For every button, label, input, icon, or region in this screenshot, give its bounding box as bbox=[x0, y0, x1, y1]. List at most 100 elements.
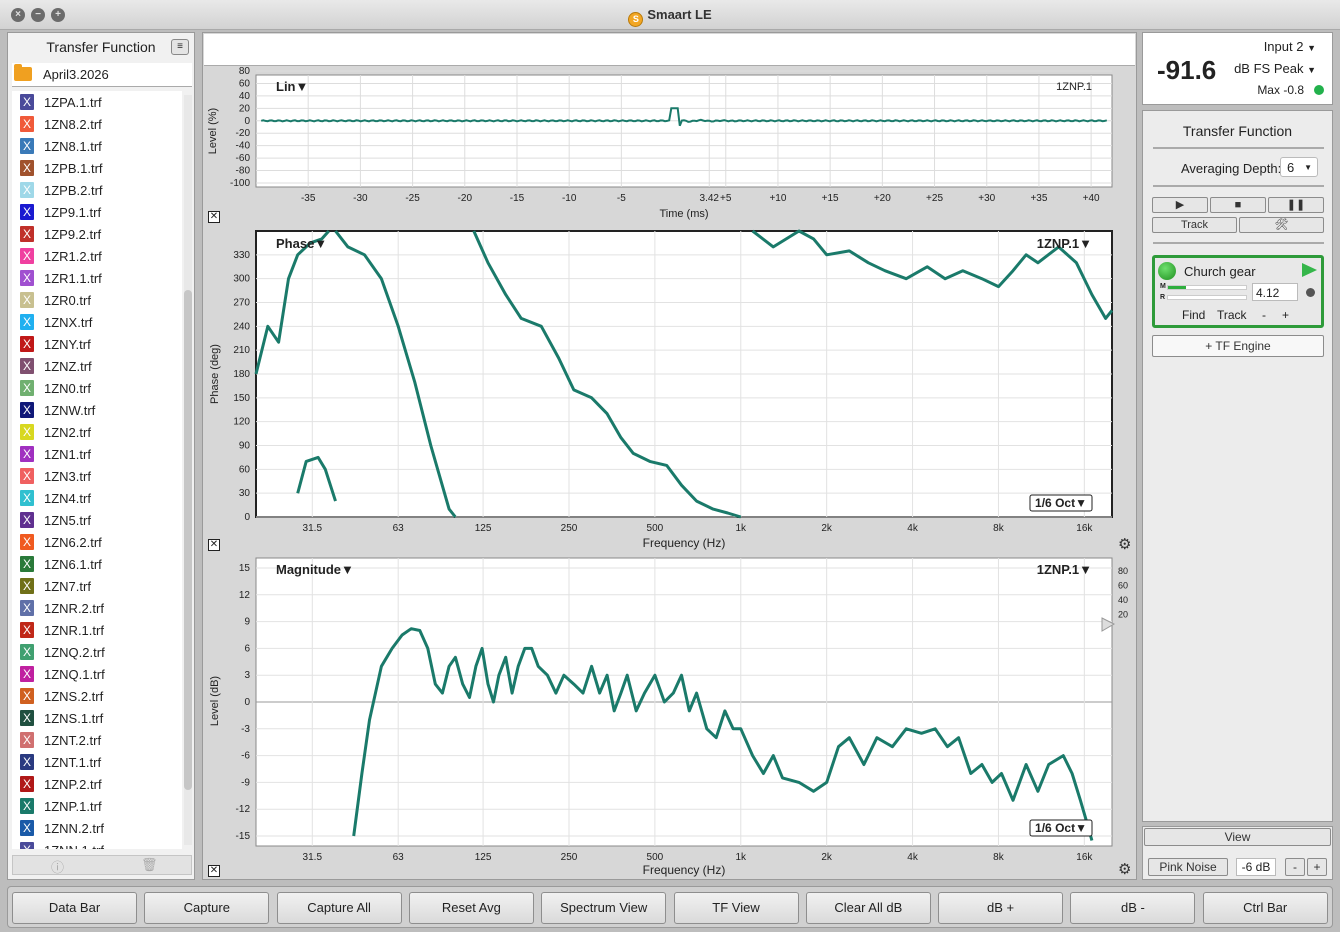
file-list: X 1ZPA.1.trf X 1ZN8.2.trf X 1ZN8.1.trf X 1ZPB.1… bbox=[12, 91, 182, 849]
close-impulse-plot-icon[interactable]: ✕ bbox=[208, 211, 220, 223]
file-item[interactable]: X 1ZPB.2.trf bbox=[12, 179, 182, 201]
scrollbar-thumb[interactable] bbox=[184, 290, 192, 790]
tools-icon[interactable]: 🛠 bbox=[1239, 217, 1324, 233]
x-tick-label: 31.5 bbox=[303, 852, 323, 863]
file-item[interactable]: X 1ZR1.1.trf bbox=[12, 267, 182, 289]
sidebar-menu-icon[interactable]: ≡ bbox=[171, 39, 189, 55]
file-item[interactable]: X 1ZN4.trf bbox=[12, 487, 182, 509]
file-list-scrollbar[interactable] bbox=[184, 95, 192, 845]
file-item[interactable]: X 1ZP9.2.trf bbox=[12, 223, 182, 245]
file-label: 1ZN1.trf bbox=[44, 447, 91, 462]
file-item[interactable]: X 1ZPA.1.trf bbox=[12, 91, 182, 113]
file-item[interactable]: X 1ZN3.trf bbox=[12, 465, 182, 487]
x-tick-label: 250 bbox=[561, 523, 578, 534]
engine-play-icon[interactable] bbox=[1302, 263, 1317, 277]
toolbar-button-db[interactable]: dB + bbox=[938, 892, 1064, 924]
file-item[interactable]: X 1ZN1.trf bbox=[12, 443, 182, 465]
file-item[interactable]: X 1ZNS.2.trf bbox=[12, 685, 182, 707]
toolbar-button-db[interactable]: dB - bbox=[1070, 892, 1196, 924]
file-label: 1ZN2.trf bbox=[44, 425, 91, 440]
file-item[interactable]: X 1ZNP.2.trf bbox=[12, 773, 182, 795]
delay-minus-button[interactable]: - bbox=[1262, 308, 1266, 322]
find-button[interactable]: Find bbox=[1182, 308, 1205, 322]
toolbar-button-clear-all-db[interactable]: Clear All dB bbox=[805, 892, 931, 924]
file-item[interactable]: X 1ZR1.2.trf bbox=[12, 245, 182, 267]
file-label: 1ZN5.trf bbox=[44, 513, 91, 528]
file-item[interactable]: X 1ZN6.2.trf bbox=[12, 531, 182, 553]
file-item[interactable]: X 1ZPB.1.trf bbox=[12, 157, 182, 179]
file-item[interactable]: X 1ZNY.trf bbox=[12, 333, 182, 355]
add-tf-engine-button[interactable]: + TF Engine bbox=[1152, 335, 1324, 357]
file-item[interactable]: X 1ZNT.1.trf bbox=[12, 751, 182, 773]
magnitude-settings-gear-icon[interactable]: ⚙ bbox=[1118, 860, 1131, 878]
x-tick-label: +25 bbox=[926, 193, 943, 204]
close-phase-plot-icon[interactable]: ✕ bbox=[208, 539, 220, 551]
y-tick-label: 120 bbox=[233, 417, 250, 428]
pink-noise-button[interactable]: Pink Noise bbox=[1148, 858, 1228, 876]
file-item[interactable]: X 1ZN8.2.trf bbox=[12, 113, 182, 135]
file-item[interactable]: X 1ZNT.2.trf bbox=[12, 729, 182, 751]
file-item[interactable]: X 1ZNQ.2.trf bbox=[12, 641, 182, 663]
averaging-select[interactable]: 6 ▼ bbox=[1280, 157, 1318, 177]
file-label: 1ZN6.2.trf bbox=[44, 535, 102, 550]
file-item[interactable]: X 1ZN6.1.trf bbox=[12, 553, 182, 575]
delay-field[interactable]: 4.12 bbox=[1252, 283, 1298, 301]
toolbar-button-capture-all[interactable]: Capture All bbox=[276, 892, 402, 924]
file-item[interactable]: X 1ZNW.trf bbox=[12, 399, 182, 421]
trash-icon[interactable]: 🗑 bbox=[141, 857, 158, 873]
file-item[interactable]: X 1ZP9.1.trf bbox=[12, 201, 182, 223]
delay-plus-button[interactable]: + bbox=[1282, 308, 1289, 322]
file-item[interactable]: X 1ZN7.trf bbox=[12, 575, 182, 597]
magnitude-plot[interactable]: 15129630-3-6-9-12-1531.5 63 125 250 500 1k 2k 4… bbox=[204, 556, 1135, 879]
view-button[interactable]: View bbox=[1144, 828, 1331, 846]
play-button[interactable]: ▶ bbox=[1152, 197, 1208, 213]
level-minus-button[interactable]: - bbox=[1285, 858, 1305, 876]
file-item[interactable]: X 1ZN8.1.trf bbox=[12, 135, 182, 157]
file-item[interactable]: X 1ZNX.trf bbox=[12, 311, 182, 333]
level-plus-button[interactable]: + bbox=[1307, 858, 1327, 876]
file-item[interactable]: X 1ZN5.trf bbox=[12, 509, 182, 531]
phase-plot[interactable]: 330300270240210180150120906030031.5 63 125… bbox=[204, 229, 1135, 555]
engine-track-button[interactable]: Track bbox=[1217, 308, 1247, 322]
file-item[interactable]: X 1ZN2.trf bbox=[12, 421, 182, 443]
phase-panel: 330 300 270 240 210 180 150 120 90 60 30 0 31.5 63 125… bbox=[204, 229, 1135, 555]
pause-button[interactable]: ❚❚ bbox=[1268, 197, 1324, 213]
impulse-plot[interactable]: 806040200-20-40-60-80-100-35 -30 -25 -20 -15… bbox=[204, 67, 1135, 227]
y-tick-label: 30 bbox=[239, 488, 251, 499]
toolbar-button-spectrum-view[interactable]: Spectrum View bbox=[541, 892, 667, 924]
toolbar-button-reset-avg[interactable]: Reset Avg bbox=[408, 892, 534, 924]
trf-file-icon: X bbox=[20, 204, 34, 220]
folder-row[interactable]: April3.2026 bbox=[12, 63, 192, 87]
trf-file-icon: X bbox=[20, 512, 34, 528]
coherence-tick-label: 20 bbox=[1118, 610, 1128, 620]
file-item[interactable]: X 1ZNN.2.trf bbox=[12, 817, 182, 839]
unit-select[interactable]: dB FS Peak ▼ bbox=[1234, 61, 1316, 76]
y-tick-label: -40 bbox=[236, 141, 251, 152]
stop-button[interactable]: ■ bbox=[1210, 197, 1266, 213]
file-item[interactable]: X 1ZNS.1.trf bbox=[12, 707, 182, 729]
file-item[interactable]: X 1ZNZ.trf bbox=[12, 355, 182, 377]
toolbar-button-tf-view[interactable]: TF View bbox=[673, 892, 799, 924]
info-icon[interactable]: ⓘ bbox=[51, 857, 64, 876]
toolbar-button-data-bar[interactable]: Data Bar bbox=[12, 892, 137, 924]
file-item[interactable]: X 1ZR0.trf bbox=[12, 289, 182, 311]
toolbar-button-capture[interactable]: Capture bbox=[144, 892, 270, 924]
close-magnitude-plot-icon[interactable]: ✕ bbox=[208, 865, 220, 877]
track-button[interactable]: Track bbox=[1152, 217, 1237, 233]
file-item[interactable]: X 1ZNR.2.trf bbox=[12, 597, 182, 619]
file-item[interactable]: X 1ZNP.1.trf bbox=[12, 795, 182, 817]
phase-settings-gear-icon[interactable]: ⚙ bbox=[1118, 535, 1131, 553]
file-item[interactable]: X 1ZN0.trf bbox=[12, 377, 182, 399]
toolbar-button-ctrl-bar[interactable]: Ctrl Bar bbox=[1202, 892, 1328, 924]
generator-level-field[interactable]: -6 dB bbox=[1236, 858, 1276, 876]
tf-engine-card[interactable]: Church gear M R 4.12 Find Track - + bbox=[1152, 255, 1324, 328]
file-item[interactable]: X 1ZNQ.1.trf bbox=[12, 663, 182, 685]
sidebar-footer: ⓘ 🗑 bbox=[12, 855, 192, 875]
file-item[interactable]: X 1ZNN.1.trf bbox=[12, 839, 182, 849]
magnitude-y-axis-label: Level (dB) bbox=[209, 676, 221, 726]
record-icon[interactable] bbox=[1306, 288, 1315, 297]
engine-on-indicator[interactable] bbox=[1158, 262, 1176, 280]
input-select[interactable]: Input 2 ▼ bbox=[1264, 39, 1316, 54]
file-item[interactable]: X 1ZNR.1.trf bbox=[12, 619, 182, 641]
trf-file-icon: X bbox=[20, 358, 34, 374]
